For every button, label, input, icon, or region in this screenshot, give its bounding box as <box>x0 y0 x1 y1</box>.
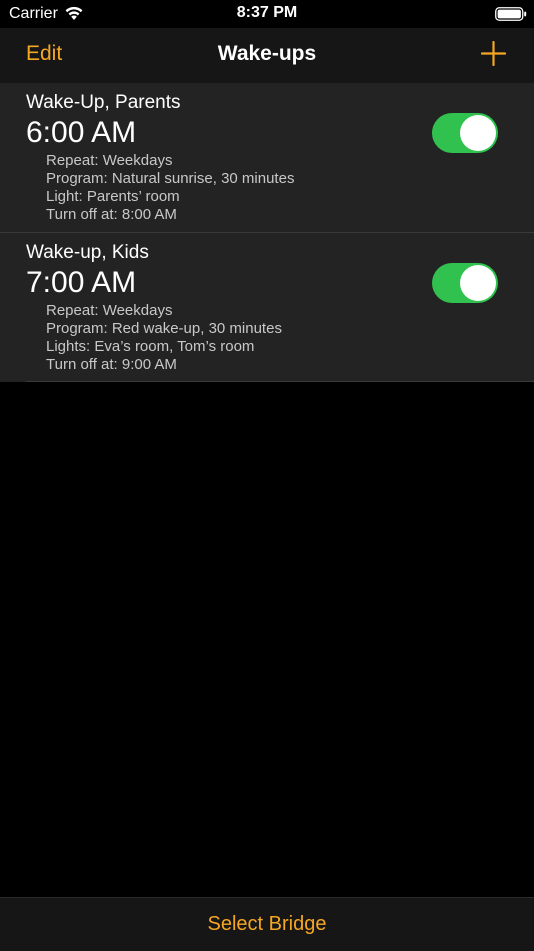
navigation-bar: Edit Wake-ups <box>0 28 534 83</box>
wakeup-enabled-toggle[interactable] <box>432 263 498 303</box>
wakeup-row-parents[interactable]: Wake-Up, Parents 6:00 AM Repeat: Weekday… <box>0 83 534 232</box>
select-bridge-button[interactable]: Select Bridge <box>0 913 534 936</box>
wakeup-row-kids[interactable]: Wake-up, Kids 7:00 AM Repeat: Weekdays P… <box>0 232 534 382</box>
wakeup-time: 6:00 AM <box>26 116 137 149</box>
wakeup-enabled-toggle[interactable] <box>432 113 498 153</box>
toggle-knob <box>460 265 496 301</box>
wakeup-program: Program: Natural sunrise, 30 minutes <box>46 170 295 187</box>
wakeup-repeat: Repeat: Weekdays <box>46 152 173 169</box>
wakeup-list: Wake-Up, Parents 6:00 AM Repeat: Weekday… <box>0 83 534 382</box>
plus-icon[interactable] <box>481 41 506 66</box>
battery-icon <box>495 7 527 21</box>
bottom-toolbar: Select Bridge <box>0 897 534 951</box>
list-divider <box>26 381 534 382</box>
wakeup-program: Program: Red wake-up, 30 minutes <box>46 320 282 337</box>
status-time: 8:37 PM <box>236 4 298 21</box>
page-title: Wake-ups <box>217 42 317 65</box>
wakeup-lights: Light: Parents’ room <box>46 188 180 205</box>
wakeup-turn-off: Turn off at: 9:00 AM <box>46 356 177 373</box>
wakeup-time: 7:00 AM <box>26 266 137 299</box>
wakeup-repeat: Repeat: Weekdays <box>46 302 173 319</box>
wakeup-title: Wake-up, Kids <box>26 242 149 263</box>
wakeup-turn-off: Turn off at: 8:00 AM <box>46 206 177 223</box>
wakeup-lights: Lights: Eva’s room, Tom’s room <box>46 338 255 355</box>
status-bar: Carrier 8:37 PM <box>0 0 534 28</box>
wakeup-title: Wake-Up, Parents <box>26 92 181 113</box>
toggle-knob <box>460 115 496 151</box>
